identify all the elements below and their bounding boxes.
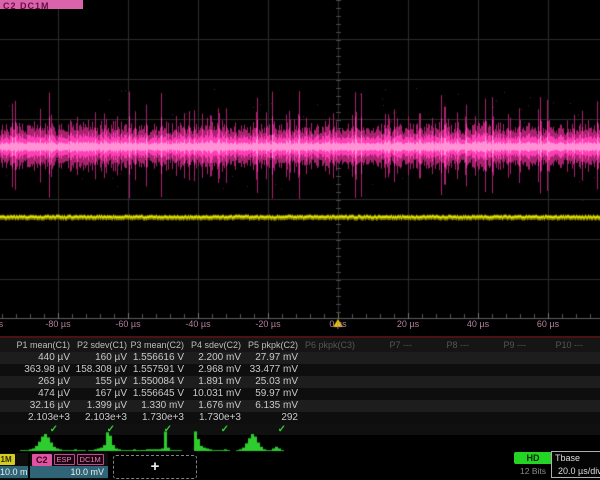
time-axis-label: -20 µs (236, 319, 300, 329)
measurement-cell: 1.330 mV (127, 400, 184, 412)
c2-esp-badge: ESP (54, 454, 75, 465)
oscilloscope-screen: C2 DC1M -100 µs -80 µs -60 µs -40 µs -20 µs 0… (0, 0, 600, 480)
measurement-cell: 263 µV (13, 376, 70, 388)
measurement-cell: 1.730e+3 (127, 412, 184, 424)
measurement-cell: 10.031 mV (184, 388, 241, 400)
timebase-descriptor[interactable]: Tbase 20.0 µs/div (551, 451, 600, 478)
time-axis-label: 40 µs (446, 319, 510, 329)
waveform-grid-canvas[interactable] (0, 0, 600, 336)
measurement-cell: 292 (241, 412, 298, 424)
time-axis-label: -80 µs (26, 319, 90, 329)
time-axis-label: -40 µs (166, 319, 230, 329)
time-axis-label: 60 µs (516, 319, 580, 329)
measurement-cell: 1.556616 V (127, 352, 184, 364)
histicon-strip[interactable] (0, 430, 600, 452)
param-header-p7[interactable]: P7 --- (355, 338, 412, 352)
measurement-cell: 27.97 mV (241, 352, 298, 364)
measurement-cell: 474 µV (13, 388, 70, 400)
param-header-p3[interactable]: P3 mean(C2) (127, 338, 184, 352)
measurement-cell: 158.308 µV (70, 364, 127, 376)
channel-c1-descriptor[interactable]: DC1M 10.0 mV (0, 453, 28, 479)
c1-scale-value: 10.0 mV (0, 466, 28, 478)
param-header-p9[interactable]: P9 --- (469, 338, 526, 352)
param-header-p2[interactable]: P2 sdev(C1) (70, 338, 127, 352)
timebase-label: Tbase (552, 452, 600, 465)
measurement-cell: 2.200 mV (184, 352, 241, 364)
hd-bits-label: 12 Bits (514, 466, 552, 476)
measurement-cell: 1.730e+3 (184, 412, 241, 424)
measurement-cell: 25.03 mV (241, 376, 298, 388)
param-header-p6[interactable]: P6 pkpk(C3) (298, 338, 355, 352)
trace-label-text: C2 DC1M (3, 1, 50, 9)
measurement-cell: 59.97 mV (241, 388, 298, 400)
c2-label-badge: C2 (32, 454, 52, 466)
param-header-p5[interactable]: P5 pkpk(C2) (241, 338, 298, 352)
measurement-cell: 1.891 mV (184, 376, 241, 388)
measurement-cell: 440 µV (13, 352, 70, 364)
param-header-p1[interactable]: P1 mean(C1) (13, 338, 70, 352)
c1-coupling-badge: DC1M (0, 454, 15, 465)
hd-badge: HD (514, 452, 552, 464)
channel-c2-descriptor[interactable]: C2 ESP DC1M 10.0 mV (30, 453, 108, 479)
plus-icon: + (151, 458, 160, 475)
measurement-cell: 155 µV (70, 376, 127, 388)
measure-table: P1 mean(C1)P2 sdev(C1)P3 mean(C2)P4 sdev… (0, 336, 600, 435)
measurement-cell: 1.399 µV (70, 400, 127, 412)
bottom-bar: DC1M 10.0 mV C2 ESP DC1M 10.0 mV + HD 12… (0, 452, 600, 480)
param-header-p11[interactable]: P11 (583, 338, 600, 352)
measurement-cell: 6.135 mV (241, 400, 298, 412)
time-axis-label: 0 µs (306, 319, 370, 329)
add-channel-button[interactable]: + (113, 455, 197, 479)
measurement-cell: 33.477 mV (241, 364, 298, 376)
time-axis-label: -100 µs (0, 319, 20, 329)
measurement-cell: 160 µV (70, 352, 127, 364)
measurement-cell: 2.103e+3 (70, 412, 127, 424)
measurement-cell: 2.968 mV (184, 364, 241, 376)
hd-mode-indicator[interactable]: HD 12 Bits (514, 452, 552, 476)
param-header-p8[interactable]: P8 --- (412, 338, 469, 352)
time-axis-label: 20 µs (376, 319, 440, 329)
trace-label-badge[interactable]: C2 DC1M (0, 0, 83, 9)
c2-coupling-badge: DC1M (77, 454, 104, 465)
measurement-cell: 1.556645 V (127, 388, 184, 400)
param-header-p10[interactable]: P10 --- (526, 338, 583, 352)
timebase-value: 20.0 µs/div (552, 465, 600, 477)
measurement-cell: 1.557591 V (127, 364, 184, 376)
time-axis-label: -60 µs (96, 319, 160, 329)
measurement-cell: 363.98 µV (13, 364, 70, 376)
measurement-cell: 32.16 µV (13, 400, 70, 412)
measurement-cell: 2.103e+3 (13, 412, 70, 424)
measurement-cell: 1.550084 V (127, 376, 184, 388)
time-axis: -100 µs -80 µs -60 µs -40 µs -20 µs 0 µs 20 µs… (0, 319, 600, 335)
param-header-p4[interactable]: P4 sdev(C2) (184, 338, 241, 352)
c2-scale-value: 10.0 mV (30, 466, 108, 478)
measurement-cell: 1.676 mV (184, 400, 241, 412)
measurement-cell: 167 µV (70, 388, 127, 400)
